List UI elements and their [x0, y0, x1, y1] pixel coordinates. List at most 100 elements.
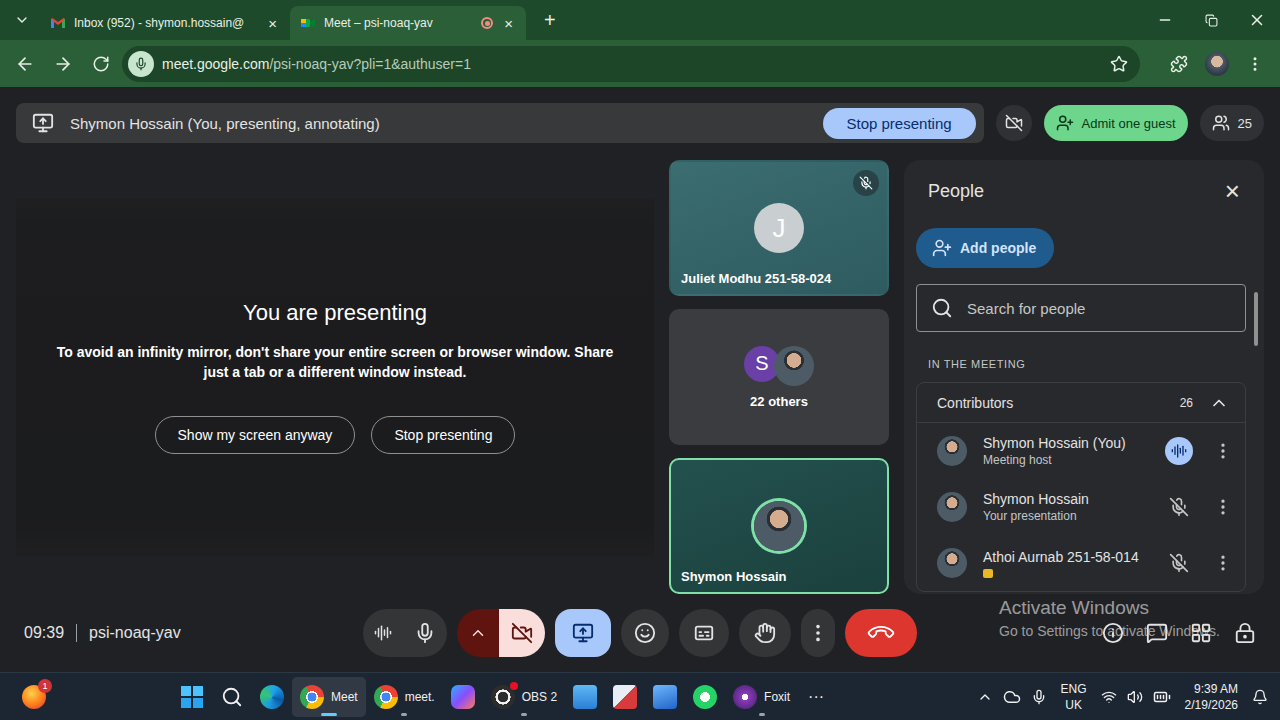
- tab-search-button[interactable]: [8, 6, 36, 34]
- mic-button[interactable]: [403, 609, 447, 657]
- language-indicator[interactable]: ENGUK: [1057, 681, 1091, 713]
- taskbar-app[interactable]: [443, 677, 483, 717]
- tab-title: Meet – psi-noaq-yav: [324, 16, 473, 30]
- user-plus-icon: [1056, 114, 1074, 132]
- tab-close-button[interactable]: ×: [501, 15, 516, 32]
- forward-icon: [53, 54, 73, 74]
- control-group: [845, 609, 917, 657]
- chat-icon[interactable]: [1146, 622, 1168, 644]
- present-button[interactable]: [555, 609, 611, 657]
- member-row[interactable]: Shymon Hossain (You)Meeting host: [917, 423, 1245, 479]
- panel-close-button[interactable]: ×: [1219, 178, 1246, 204]
- more-button[interactable]: [801, 609, 835, 657]
- browser-tab[interactable]: Meet – psi-noaq-yav ×: [290, 6, 526, 40]
- taskbar-app[interactable]: [212, 677, 252, 717]
- foxit-icon: [733, 685, 757, 709]
- emoji-button[interactable]: [621, 609, 669, 657]
- member-row[interactable]: Shymon HossainYour presentation: [917, 479, 1245, 535]
- volume-icon[interactable]: [1127, 689, 1143, 705]
- member-more-button[interactable]: [1209, 441, 1237, 461]
- people-search[interactable]: Search for people: [916, 284, 1246, 332]
- site-info-button[interactable]: [128, 51, 154, 77]
- hand-button[interactable]: [739, 609, 791, 657]
- taskbar-app[interactable]: OBS 2: [483, 677, 565, 717]
- group-header[interactable]: Contributors26: [917, 383, 1245, 423]
- browser-tab[interactable]: Inbox (952) - shymon.hossain@×: [40, 6, 290, 40]
- system-tray: ENGUK 9:39 AM2/19/2026: [977, 681, 1268, 713]
- notice-message: To avoid an infinity mirror, don't share…: [44, 342, 626, 382]
- notifications-icon[interactable]: [1252, 689, 1268, 705]
- onedrive-icon[interactable]: [1003, 688, 1021, 706]
- captions-button[interactable]: [679, 609, 729, 657]
- taskbar-app[interactable]: [605, 677, 645, 717]
- minimize-button[interactable]: [1142, 0, 1188, 40]
- notification-badge: 1: [38, 679, 52, 693]
- member-more-button[interactable]: [1209, 553, 1237, 573]
- stop-presenting-button[interactable]: Stop presenting: [823, 108, 976, 139]
- battery-icon[interactable]: [1153, 688, 1171, 706]
- tab-close-button[interactable]: ×: [265, 15, 280, 32]
- address-bar[interactable]: meet.google.com/psi-noaq-yav?pli=1&authu…: [122, 46, 1140, 82]
- scrollbar-thumb[interactable]: [1254, 292, 1258, 346]
- watermark-subtitle: Go to Settings to activate Windows.: [999, 623, 1220, 639]
- emoji-icon: [634, 622, 656, 644]
- taskbar-app[interactable]: [172, 677, 212, 717]
- search-icon: [221, 686, 243, 708]
- taskbar-app[interactable]: [645, 677, 685, 717]
- captions-icon: [693, 622, 715, 644]
- bookmark-star-icon[interactable]: [1110, 55, 1128, 73]
- participants-button[interactable]: 25: [1200, 105, 1264, 141]
- clock[interactable]: 9:39 AM2/19/2026: [1181, 681, 1242, 713]
- extensions-button[interactable]: [1162, 47, 1196, 81]
- wifi-icon[interactable]: [1101, 689, 1117, 705]
- member-name: Shymon Hossain: [983, 491, 1149, 507]
- main-row: You are presentingTo avoid an infinity m…: [16, 160, 1264, 594]
- restore-button[interactable]: [1188, 0, 1234, 40]
- activities-icon[interactable]: [1190, 622, 1212, 644]
- profile-avatar: [1205, 52, 1229, 76]
- info-icon[interactable]: [1102, 622, 1124, 644]
- taskbar-app[interactable]: [252, 677, 292, 717]
- audio-levels-icon: [374, 624, 392, 642]
- notice-button[interactable]: Show my screen anyway: [155, 416, 356, 454]
- forward-button[interactable]: [46, 47, 80, 81]
- participant-tile[interactable]: S22 others: [669, 309, 889, 445]
- member-audio-state: [1165, 549, 1193, 577]
- admit-guest-button[interactable]: Admit one guest: [1044, 105, 1188, 141]
- hidden-icons-icon[interactable]: [977, 689, 993, 705]
- annotation-toggle-button[interactable]: [996, 105, 1032, 141]
- taskbar-app[interactable]: meet.: [366, 677, 443, 717]
- member-badge: [983, 569, 993, 578]
- camera-button[interactable]: [499, 609, 545, 657]
- taskbar-app[interactable]: Foxit: [725, 677, 798, 717]
- leave-button[interactable]: [845, 609, 917, 657]
- close-button[interactable]: [1234, 0, 1280, 40]
- browser-menu-button[interactable]: [1238, 47, 1272, 81]
- control-group: [457, 609, 545, 657]
- taskbar-overflow[interactable]: ···: [798, 688, 834, 706]
- levels-button[interactable]: [363, 609, 403, 657]
- notice-button[interactable]: Stop presenting: [371, 416, 515, 454]
- taskbar-app[interactable]: Meet: [292, 677, 366, 717]
- new-tab-button[interactable]: +: [538, 9, 562, 32]
- back-button[interactable]: [8, 47, 42, 81]
- reload-icon: [92, 55, 110, 73]
- reload-button[interactable]: [84, 47, 118, 81]
- member-row[interactable]: Athoi Aurnab 251-58-014: [917, 535, 1245, 591]
- mic-icon[interactable]: [1031, 689, 1047, 705]
- host-controls-icon[interactable]: [1234, 622, 1256, 644]
- participant-tile[interactable]: Shymon Hossain: [669, 458, 889, 594]
- participant-tile[interactable]: JJuliet Modhu 251-58-024: [669, 160, 889, 296]
- taskbar-app[interactable]: [685, 677, 725, 717]
- control-group: [679, 609, 729, 657]
- member-avatar: [937, 492, 967, 522]
- meeting-code: psi-noaq-yav: [89, 624, 181, 642]
- profile-button[interactable]: [1200, 47, 1234, 81]
- screen-share-preview: You are presentingTo avoid an infinity m…: [16, 199, 654, 556]
- camera-options-button[interactable]: [457, 609, 499, 657]
- taskbar-app[interactable]: [565, 677, 605, 717]
- add-people-button[interactable]: Add people: [916, 228, 1054, 268]
- control-group: [801, 609, 835, 657]
- taskbar-app[interactable]: 1: [14, 677, 54, 717]
- member-more-button[interactable]: [1209, 497, 1237, 517]
